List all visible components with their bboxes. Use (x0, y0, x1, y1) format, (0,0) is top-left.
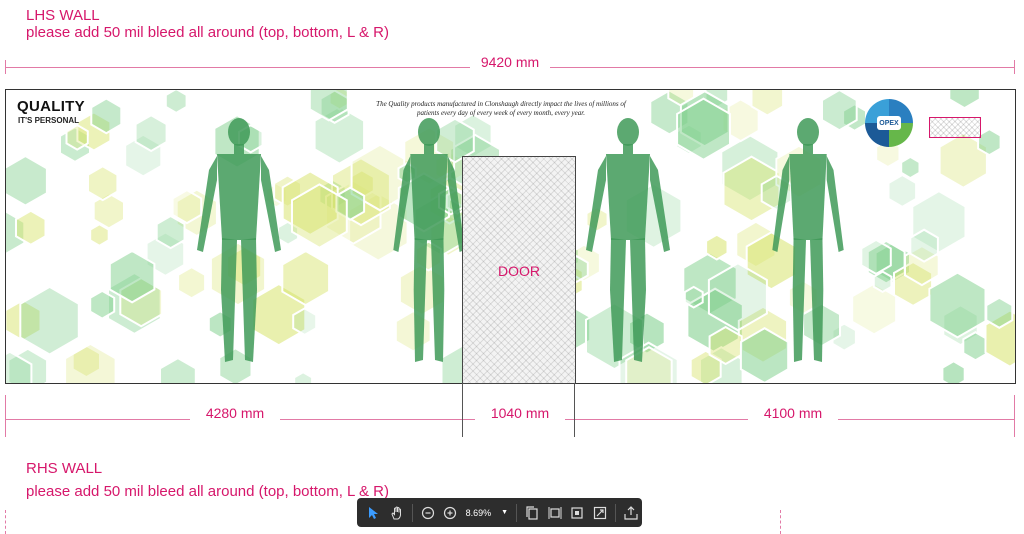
pdf-floating-toolbar: 8.69% ▼ (357, 498, 642, 527)
decorative-hexagon (87, 165, 119, 202)
decorative-hexagon (6, 154, 48, 207)
toolbar-separator (411, 503, 413, 522)
total-width-label: 9420 mm (470, 54, 550, 70)
rhs-guide-right (780, 510, 781, 534)
placeholder-stamp (929, 117, 981, 138)
decorative-hexagon (19, 285, 80, 356)
total-width-tick-right (1014, 60, 1015, 74)
opex-logo: OPEX (865, 99, 913, 147)
decorative-hexagon (977, 127, 1002, 157)
decorative-hexagon (90, 97, 123, 135)
decorative-hexagon (159, 356, 197, 383)
decorative-hexagon (821, 90, 858, 132)
segment-tick-right (1014, 395, 1015, 437)
decorative-hexagon (171, 188, 203, 225)
decorative-hexagon (708, 325, 743, 366)
zoom-level-value: 8.69% (465, 507, 492, 518)
fullscreen-icon[interactable] (591, 503, 607, 523)
decorative-hexagon (962, 331, 989, 362)
decorative-hexagon (64, 342, 117, 383)
share-upload-icon[interactable] (623, 503, 639, 523)
decorative-hexagon (860, 238, 892, 276)
decorative-hexagon (15, 209, 47, 246)
fit-page-icon[interactable] (569, 503, 585, 523)
zoom-in-icon[interactable] (442, 503, 458, 523)
hand-tool-icon[interactable] (388, 503, 404, 523)
decorative-hexagon (89, 223, 110, 247)
rhs-bleed-note: please add 50 mil bleed all around (top,… (26, 483, 389, 500)
lhs-bleed-note: please add 50 mil bleed all around (top,… (26, 24, 389, 41)
fit-width-icon[interactable] (546, 503, 562, 523)
rhs-guide-left (5, 510, 6, 534)
chevron-down-icon: ▼ (501, 509, 509, 516)
door-extension-left (462, 383, 463, 437)
door-area: DOOR (462, 156, 576, 384)
door-label: DOOR (498, 263, 540, 279)
decorative-hexagon (683, 285, 704, 309)
decorative-hexagon (177, 265, 207, 300)
zoom-out-icon[interactable] (420, 503, 436, 523)
decorative-hexagon (394, 309, 432, 353)
decorative-hexagon (134, 114, 168, 153)
decorative-hexagon (89, 289, 116, 320)
page-copy-icon[interactable] (524, 503, 540, 523)
decorative-hexagon (292, 307, 318, 337)
door-extension-right (574, 383, 575, 437)
decorative-hexagon (705, 233, 729, 261)
zoom-level-dropdown[interactable]: 8.69% ▼ (462, 503, 512, 523)
brand-subtitle: IT'S PERSONAL (18, 116, 80, 125)
total-width-tick-left (5, 60, 6, 74)
toolbar-separator (614, 503, 616, 522)
decorative-hexagon (65, 123, 89, 151)
decorative-hexagon (941, 360, 966, 383)
decorative-hexagon (851, 282, 898, 336)
decorative-hexagon (909, 228, 939, 263)
decorative-hexagon (887, 173, 918, 209)
decorative-hexagon (164, 90, 188, 115)
segment-tick-left (5, 395, 6, 437)
left-segment-label: 4280 mm (190, 405, 280, 421)
toolbar-separator (516, 503, 517, 522)
decorative-hexagon (985, 296, 1014, 329)
right-segment-label: 4100 mm (748, 405, 838, 421)
decorative-hexagon (293, 371, 314, 383)
select-arrow-icon[interactable] (366, 503, 382, 523)
mural-tagline: The Quality products manufactured in Clo… (376, 100, 626, 117)
decorative-hexagon (948, 90, 981, 110)
opex-logo-text: OPEX (877, 116, 901, 130)
decorative-hexagon (155, 214, 186, 250)
brand-title: QUALITY (17, 98, 85, 115)
rhs-wall-title: RHS WALL (26, 460, 103, 477)
door-segment-label: 1040 mm (475, 405, 565, 421)
